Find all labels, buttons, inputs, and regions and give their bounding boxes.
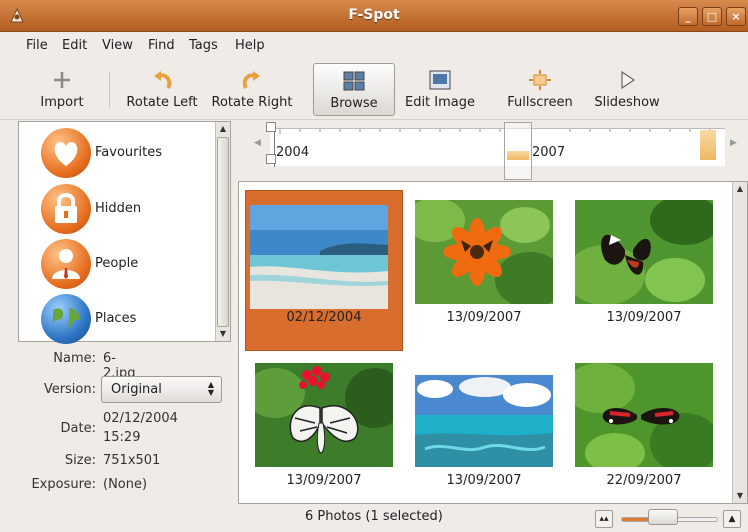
fullscreen-label: Fullscreen (507, 95, 573, 110)
photo-date: 13/09/2007 (446, 473, 522, 488)
timeline[interactable]: ◀ 2004 2007 ▶ (240, 120, 748, 180)
edit-image-button[interactable]: Edit Image (401, 63, 479, 116)
browse-icon (343, 71, 365, 91)
tag-places[interactable]: Places (41, 294, 211, 348)
scroll-thumb[interactable] (217, 137, 229, 327)
timeline-selection-window[interactable] (504, 122, 532, 180)
photo-date: 13/09/2007 (446, 310, 522, 325)
name-key: Name: (53, 351, 96, 366)
timeline-track: 2004 2007 (270, 128, 725, 167)
timeline-selected-bar (507, 151, 529, 160)
size-key: Size: (64, 453, 96, 468)
tag-label: Hidden (95, 201, 142, 216)
browse-button[interactable]: Browse (313, 63, 395, 116)
zoom-slider-thumb[interactable] (648, 509, 678, 525)
rotate-left-button[interactable]: Rotate Left (121, 63, 203, 116)
size-value: 751x501 (103, 453, 161, 468)
photo-thumbnail-beach[interactable] (250, 205, 388, 309)
photo-thumbnail-butterfly-leaves[interactable] (575, 200, 713, 304)
import-button[interactable]: Import (34, 63, 90, 116)
scroll-up-arrow-icon[interactable]: ▲ (216, 122, 230, 136)
person-icon (41, 239, 91, 289)
timeline-year-start: 2004 (276, 145, 310, 160)
toolbar: Import Rotate Left Rotate Right Browse E… (0, 60, 748, 120)
timeline-right-arrow-icon[interactable]: ▶ (730, 138, 737, 148)
menu-help[interactable]: Help (235, 38, 265, 53)
tag-list-scrollbar[interactable]: ▲ ▼ (215, 122, 230, 341)
status-text: 6 Photos (1 selected) (305, 509, 443, 524)
status-bar: 6 Photos (1 selected) ▴▴ ▲ (0, 504, 748, 532)
exposure-key: Exposure: (31, 477, 96, 492)
timeline-start-handle[interactable] (266, 122, 276, 132)
browse-label: Browse (330, 96, 378, 111)
tag-hidden[interactable]: Hidden (41, 184, 211, 238)
grid-scroll-down-icon[interactable]: ▼ (733, 489, 747, 503)
tag-label: Favourites (95, 145, 162, 160)
rotate-left-icon (154, 71, 172, 89)
toolbar-separator (109, 72, 110, 108)
timeline-photo-bar (700, 130, 716, 160)
rotate-right-icon (242, 71, 260, 89)
slideshow-label: Slideshow (594, 95, 660, 110)
photo-date: 22/09/2007 (606, 473, 682, 488)
photo-thumbnail-orange-flower[interactable] (415, 200, 553, 304)
tag-list: Favourites Hidden People Places ▲ ▼ (18, 121, 231, 344)
photo-date: 13/09/2007 (286, 473, 362, 488)
spinner-arrows-icon: ▲ ▼ (207, 380, 214, 397)
timeline-year-end: 2007 (532, 145, 566, 160)
photo-thumbnail-ocean-reef[interactable] (415, 375, 553, 467)
lock-icon (41, 184, 91, 234)
tag-label: People (95, 256, 139, 271)
date-key: Date: (60, 421, 96, 436)
menu-bar: File Edit View Find Tags Help (0, 33, 748, 59)
menu-file[interactable]: File (26, 38, 48, 53)
tag-people[interactable]: People (41, 239, 211, 293)
rotate-left-label: Rotate Left (126, 95, 198, 110)
menu-view[interactable]: View (102, 38, 133, 53)
version-key: Version: (43, 382, 96, 397)
globe-icon (41, 294, 91, 344)
zoom-out-icon[interactable]: ▴▴ (595, 510, 613, 528)
photo-date: 13/09/2007 (606, 310, 682, 325)
grid-scroll-up-icon[interactable]: ▲ (733, 182, 747, 196)
date-value: 02/12/2004 (103, 411, 178, 426)
import-label: Import (40, 95, 84, 110)
edit-image-icon (429, 70, 451, 90)
photo-grid-scrollbar[interactable]: ▲ ▼ (732, 182, 747, 503)
rotate-right-label: Rotate Right (211, 95, 293, 110)
tag-label: Places (95, 311, 137, 326)
menu-find[interactable]: Find (148, 38, 175, 53)
heart-icon (41, 128, 91, 178)
title-bar: F-Spot _ □ × (0, 0, 748, 32)
photo-thumbnail-red-butterfly[interactable] (575, 363, 713, 467)
fullscreen-button[interactable]: Fullscreen (503, 63, 577, 116)
version-select[interactable]: Original ▲ ▼ (101, 376, 222, 403)
exposure-value: (None) (103, 477, 148, 492)
time-value: 15:29 (103, 430, 141, 445)
version-value: Original (111, 382, 162, 397)
minimize-button[interactable]: _ (678, 7, 698, 26)
plus-icon (54, 72, 70, 88)
photo-date: 02/12/2004 (286, 310, 362, 325)
slideshow-button[interactable]: Slideshow (590, 63, 664, 116)
zoom-in-icon[interactable]: ▲ (723, 510, 741, 528)
window-title: F-Spot (348, 7, 400, 23)
close-button[interactable]: × (726, 7, 746, 26)
menu-tags[interactable]: Tags (189, 38, 218, 53)
tag-favourites[interactable]: Favourites (41, 128, 211, 182)
timeline-start-handle-bottom[interactable] (266, 154, 276, 164)
edit-image-label: Edit Image (404, 95, 476, 110)
fullscreen-icon (529, 70, 551, 90)
photo-thumbnail-white-butterfly[interactable] (255, 363, 393, 467)
rotate-right-button[interactable]: Rotate Right (208, 63, 296, 116)
menu-edit[interactable]: Edit (62, 38, 87, 53)
scroll-down-arrow-icon[interactable]: ▼ (216, 327, 230, 341)
maximize-button[interactable]: □ (702, 7, 722, 26)
timeline-left-arrow-icon[interactable]: ◀ (254, 138, 261, 148)
play-icon (621, 70, 636, 90)
timeline-ticks (279, 129, 711, 134)
